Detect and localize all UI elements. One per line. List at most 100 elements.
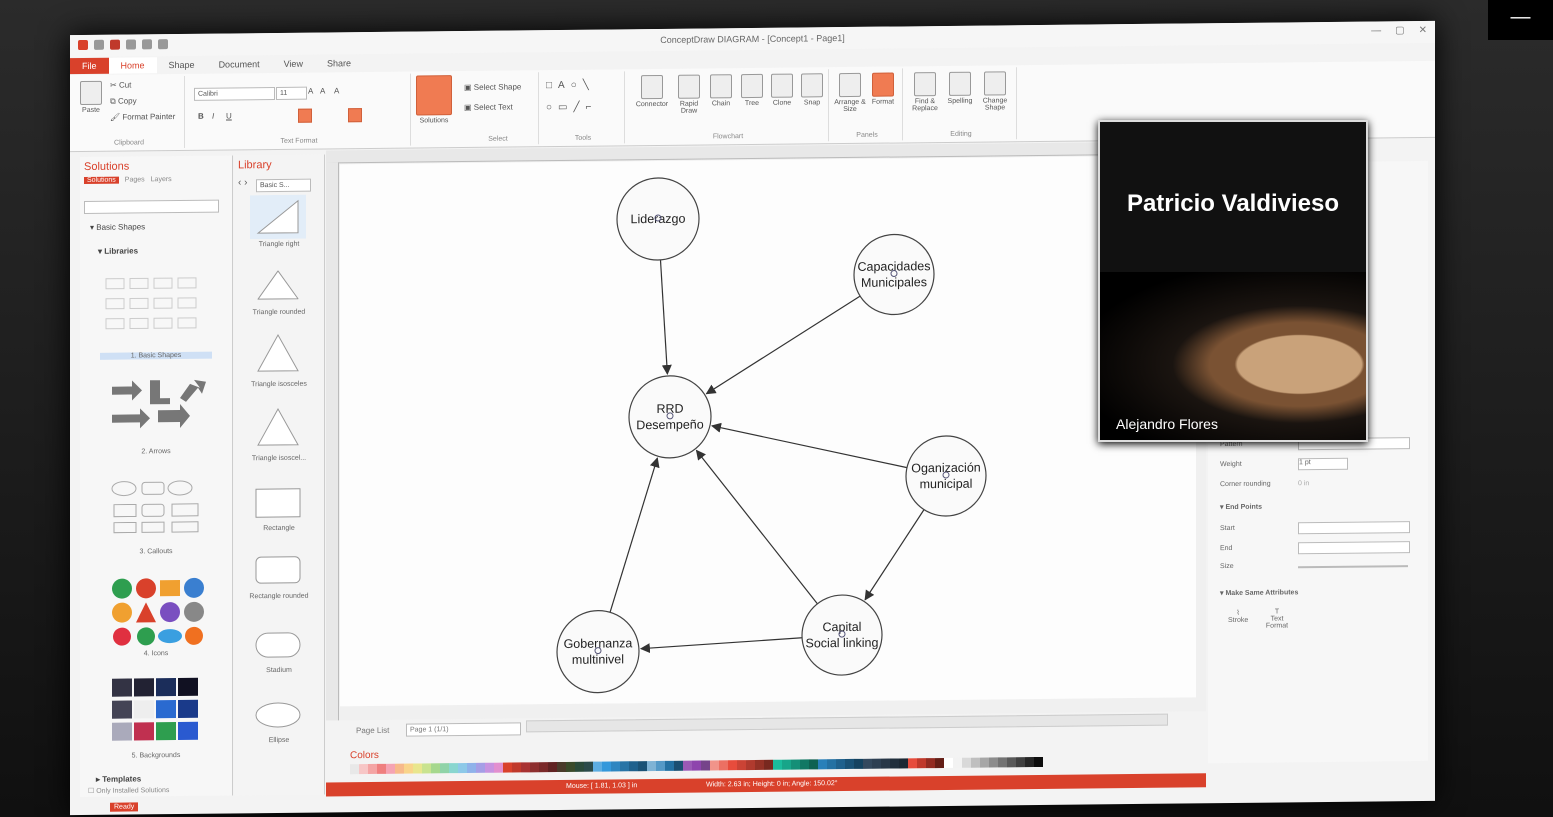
color-swatch[interactable] xyxy=(440,763,449,774)
color-swatch[interactable] xyxy=(836,759,845,770)
callouts-thumbnail[interactable] xyxy=(110,478,210,539)
backgrounds-thumbnail[interactable] xyxy=(110,676,220,745)
color-swatch[interactable] xyxy=(935,757,944,769)
color-swatch[interactable] xyxy=(719,760,728,771)
color-swatch[interactable] xyxy=(395,763,404,774)
color-swatch[interactable] xyxy=(944,757,953,768)
color-swatch[interactable] xyxy=(422,763,431,774)
color-swatch[interactable] xyxy=(485,762,494,773)
shape-rectangle[interactable] xyxy=(250,483,306,524)
color-swatch[interactable] xyxy=(584,761,593,772)
color-swatch[interactable] xyxy=(467,762,476,773)
color-swatch[interactable] xyxy=(539,762,548,773)
font-size-select[interactable]: 11 xyxy=(276,86,307,100)
tab-home[interactable]: Home xyxy=(108,57,157,74)
shape-stadium[interactable] xyxy=(250,625,306,666)
diagram-svg[interactable]: Liderazgo CapacidadesMunicipales RRD Desemp… xyxy=(340,155,1196,706)
color-swatch[interactable] xyxy=(854,758,863,769)
connector-tools-icon[interactable]: ○▭╱⌐ xyxy=(546,102,597,114)
icons-thumbnail[interactable] xyxy=(110,576,220,647)
node-rrd[interactable]: RRD Desempeño xyxy=(628,375,712,459)
window-minimize-icon[interactable]: — xyxy=(1371,25,1381,36)
bold-icon[interactable]: B xyxy=(198,112,204,121)
format-panel-button[interactable]: Format xyxy=(868,72,898,106)
select-shape-button[interactable]: ▣ Select Shape xyxy=(464,82,521,92)
tree-templates[interactable]: ▸ Templates xyxy=(96,774,141,783)
solutions-search-input[interactable] xyxy=(84,199,219,215)
only-installed-checkbox[interactable]: ☐ Only Installed Solutions xyxy=(88,786,169,795)
drawing-page[interactable]: Liderazgo Capacidades Municipales RRD Desemp… xyxy=(340,155,1196,707)
canvas-area[interactable]: Liderazgo Capacidades Municipales RRD Desemp… xyxy=(326,141,1206,721)
color-swatch[interactable] xyxy=(890,758,899,769)
shape-triangle-rounded[interactable] xyxy=(250,263,306,308)
make-same-header[interactable]: ▾ Make Same Attributes xyxy=(1220,588,1298,597)
color-swatch[interactable] xyxy=(431,763,440,774)
color-swatch[interactable] xyxy=(827,759,836,770)
tab-file[interactable]: File xyxy=(70,57,109,75)
color-swatch[interactable] xyxy=(845,758,854,770)
node-gobernanza[interactable]: Gobernanzamultinivel xyxy=(556,610,640,694)
color-swatch[interactable] xyxy=(980,757,989,768)
copy-button[interactable]: ⧉ Copy xyxy=(110,96,137,106)
stroke-button[interactable]: ⌇ Stroke xyxy=(1228,609,1248,624)
align-middle-icon[interactable] xyxy=(348,108,362,123)
horizontal-scrollbar[interactable] xyxy=(526,713,1168,733)
color-swatch[interactable] xyxy=(620,761,629,772)
font-grow-icon[interactable]: A xyxy=(308,87,313,96)
color-swatch[interactable] xyxy=(746,759,755,771)
color-swatch[interactable] xyxy=(773,759,782,770)
color-swatch[interactable] xyxy=(926,758,935,769)
color-swatch[interactable] xyxy=(503,762,512,773)
tab-document[interactable]: Document xyxy=(207,56,272,73)
chain-button[interactable]: Chain xyxy=(706,74,736,107)
tab-solutions[interactable]: Solutions xyxy=(84,176,119,185)
color-swatch[interactable] xyxy=(818,759,827,770)
connector-arrow[interactable] xyxy=(864,509,925,601)
color-swatch[interactable] xyxy=(566,761,575,772)
color-swatch[interactable] xyxy=(692,760,701,771)
shape-triangle-right[interactable] xyxy=(250,194,306,240)
color-swatch[interactable] xyxy=(800,759,809,770)
snap-button[interactable]: Snap xyxy=(798,73,826,106)
color-swatch[interactable] xyxy=(989,757,998,768)
find-replace-button[interactable]: Find & Replace xyxy=(908,72,942,112)
weight-input[interactable]: 1 pt xyxy=(1298,457,1348,471)
node-capacidades[interactable]: CapacidadesMunicipales xyxy=(853,233,935,316)
color-swatch[interactable] xyxy=(413,763,422,774)
color-swatch[interactable] xyxy=(872,758,881,769)
connector-arrow[interactable] xyxy=(639,637,803,654)
color-swatch[interactable] xyxy=(647,761,656,772)
color-swatch[interactable] xyxy=(737,760,746,771)
color-swatch[interactable] xyxy=(1034,756,1043,768)
color-swatch[interactable] xyxy=(629,761,638,772)
color-swatch[interactable] xyxy=(1007,757,1016,768)
connector-arrow[interactable] xyxy=(705,295,861,395)
video-call-window[interactable]: Patricio Valdivieso Alejandro Flores xyxy=(1098,120,1368,442)
color-swatch[interactable] xyxy=(656,760,665,772)
corner-rounding-value[interactable]: 0 in xyxy=(1298,480,1309,487)
clone-button[interactable]: Clone xyxy=(768,73,796,107)
size-slider[interactable] xyxy=(1298,565,1408,569)
italic-icon[interactable]: I xyxy=(212,112,214,121)
color-swatch[interactable] xyxy=(782,759,791,770)
rapid-draw-button[interactable]: Rapid Draw xyxy=(674,74,704,115)
node-organizacion[interactable]: Oganizaciónmunicipal xyxy=(905,435,987,517)
tab-layers[interactable]: Layers xyxy=(151,176,172,183)
color-swatch[interactable] xyxy=(764,759,773,770)
lib-icons[interactable]: 4. Icons xyxy=(80,649,232,658)
cut-button[interactable]: ✂ Cut xyxy=(110,81,131,90)
color-swatch[interactable] xyxy=(971,757,980,768)
color-palette[interactable] xyxy=(350,756,1043,775)
color-swatch[interactable] xyxy=(494,762,503,773)
spelling-button[interactable]: Spelling xyxy=(944,71,976,105)
color-swatch[interactable] xyxy=(917,758,926,769)
color-swatch[interactable] xyxy=(791,759,800,770)
color-swatch[interactable] xyxy=(476,762,485,773)
minimize-icon[interactable]: — xyxy=(1488,0,1553,40)
tab-view[interactable]: View xyxy=(272,56,315,72)
tree-libraries[interactable]: ▾ Libraries xyxy=(98,246,138,255)
color-swatch[interactable] xyxy=(530,762,539,773)
underline-icon[interactable]: U xyxy=(226,111,232,120)
lib-callouts[interactable]: 3. Callouts xyxy=(80,547,232,556)
color-swatch[interactable] xyxy=(611,761,620,772)
